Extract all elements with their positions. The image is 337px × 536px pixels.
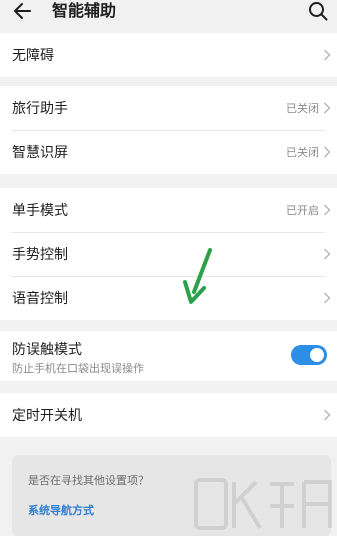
toggle-knob xyxy=(310,348,324,362)
row-status: 已开启 xyxy=(286,204,319,217)
anti-mistouch-toggle[interactable] xyxy=(291,345,327,365)
chevron-right-icon xyxy=(324,102,331,114)
row-status: 已关闭 xyxy=(286,146,319,159)
row-voice-control[interactable]: 语音控制 xyxy=(0,276,337,320)
row-status: 已关闭 xyxy=(286,102,319,115)
settings-group-assistants: 旅行助手 已关闭 智慧识屏 已关闭 xyxy=(0,86,337,174)
row-label: 单手模式 xyxy=(12,203,68,219)
chevron-right-icon xyxy=(324,248,331,260)
chevron-right-icon xyxy=(324,204,331,216)
chevron-right-icon xyxy=(324,146,331,158)
chevron-right-icon xyxy=(324,292,331,304)
row-accessibility[interactable]: 无障碍 xyxy=(0,33,337,77)
system-navigation-link[interactable]: 系统导航方式 xyxy=(28,502,94,518)
row-label: 防误触模式 xyxy=(12,342,82,358)
chevron-right-icon xyxy=(324,409,331,421)
row-label: 旅行助手 xyxy=(12,101,68,117)
page-title: 智能辅助 xyxy=(52,1,117,20)
row-label: 智慧识屏 xyxy=(12,145,68,161)
row-label: 语音控制 xyxy=(12,291,68,307)
settings-group-mistouch: 防误触模式 防止手机在口袋出现误操作 xyxy=(0,331,337,381)
row-label: 定时开关机 xyxy=(12,408,82,424)
row-one-handed-mode[interactable]: 单手模式 已开启 xyxy=(0,188,337,232)
row-anti-mistouch[interactable]: 防误触模式 防止手机在口袋出现误操作 xyxy=(0,331,337,381)
search-icon[interactable] xyxy=(307,0,329,22)
annotation-arrow-icon xyxy=(183,248,212,304)
row-scheduled-power[interactable]: 定时开关机 xyxy=(0,393,337,437)
settings-group-controls: 单手模式 已开启 手势控制 语音控制 xyxy=(0,188,337,320)
row-smart-screen-recognition[interactable]: 智慧识屏 已关闭 xyxy=(0,130,337,174)
watermark-logo xyxy=(194,478,332,530)
header-bar: 智能辅助 xyxy=(0,0,337,26)
row-travel-assistant[interactable]: 旅行助手 已关闭 xyxy=(0,86,337,130)
settings-group-timer: 定时开关机 xyxy=(0,393,337,437)
suggestion-question: 是否在寻找其他设置项？ xyxy=(28,474,149,487)
row-label: 无障碍 xyxy=(12,48,54,64)
arrow-left-icon[interactable] xyxy=(12,0,34,22)
settings-group-accessibility: 无障碍 xyxy=(0,33,337,77)
row-label: 手势控制 xyxy=(12,247,68,263)
chevron-right-icon xyxy=(324,49,331,61)
row-gesture-control[interactable]: 手势控制 xyxy=(0,232,337,276)
row-description: 防止手机在口袋出现误操作 xyxy=(12,362,144,375)
